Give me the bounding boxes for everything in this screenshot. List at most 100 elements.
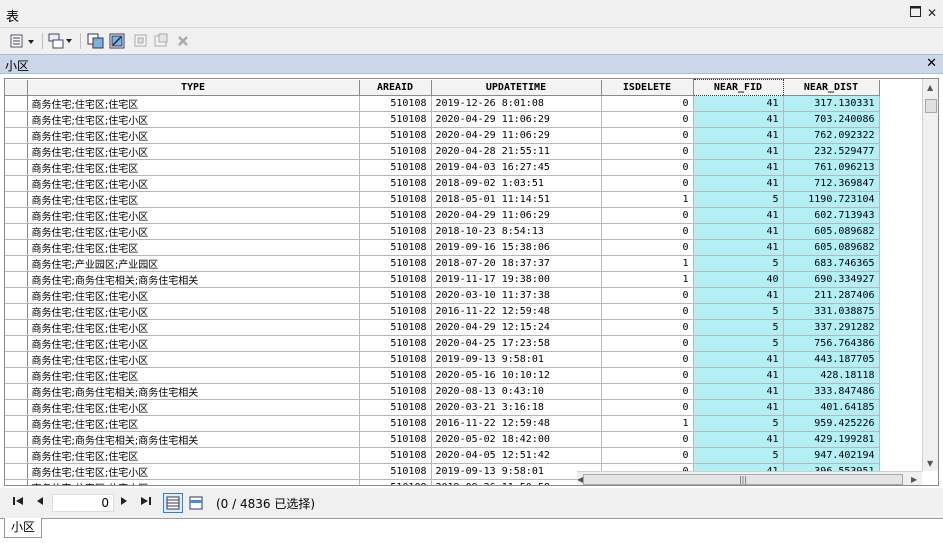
table-row[interactable]: 商务住宅;住宅区;住宅小区 510108 2020-03-10 11:37:38 0 4… [5,287,880,304]
cell-type[interactable]: 商务住宅;产业园区;产业园区 [27,255,360,272]
cell-areaid[interactable]: 510108 [359,143,432,160]
cell-type[interactable]: 商务住宅;住宅区;住宅小区 [27,207,360,224]
cell-updatetime[interactable]: 2020-03-10 11:37:38 [431,287,602,304]
cell-updatetime[interactable]: 2019-04-03 16:27:45 [431,159,602,176]
first-record-icon[interactable] [12,496,24,509]
cell-updatetime[interactable]: 2020-05-02 18:42:00 [431,431,602,448]
cell-isdelete[interactable]: 0 [601,111,694,128]
table-row[interactable]: 商务住宅;住宅区;住宅小区 510108 2016-11-22 12:59:48 0 5… [5,303,880,320]
cell-near-dist[interactable]: 602.713943 [783,207,880,224]
cell-near-dist[interactable]: 683.746365 [783,255,880,272]
cell-areaid[interactable]: 510108 [359,175,432,192]
vertical-scrollbar[interactable]: ▲ ▼ [922,79,938,471]
cell-updatetime[interactable]: 2019-09-13 9:58:01 [431,463,602,480]
cell-type[interactable]: 商务住宅;住宅区;住宅小区 [27,399,360,416]
cell-updatetime[interactable]: 2018-09-02 1:03:51 [431,175,602,192]
cell-type[interactable]: 商务住宅;住宅区;住宅小区 [27,127,360,144]
scroll-down-icon[interactable]: ▼ [927,459,933,468]
cell-type[interactable]: 商务住宅;住宅区;住宅区 [27,415,360,432]
row-selector[interactable] [5,207,28,224]
cell-type[interactable]: 商务住宅;住宅区;住宅小区 [27,463,360,480]
column-header-isdelete[interactable]: ISDELETE [601,79,694,96]
cell-areaid[interactable]: 510108 [359,95,432,112]
cell-near-fid[interactable]: 5 [693,303,784,320]
cell-isdelete[interactable]: 0 [601,239,694,256]
cell-near-dist[interactable]: 605.089682 [783,239,880,256]
cell-isdelete[interactable]: 0 [601,159,694,176]
cell-isdelete[interactable]: 0 [601,207,694,224]
scroll-up-icon[interactable]: ▲ [927,83,933,92]
cell-near-fid[interactable]: 41 [693,383,784,400]
cell-type[interactable]: 商务住宅;住宅区;住宅小区 [27,143,360,160]
cell-near-fid[interactable]: 41 [693,159,784,176]
row-selector[interactable] [5,159,28,176]
cell-isdelete[interactable]: 1 [601,271,694,288]
cell-near-fid[interactable]: 5 [693,319,784,336]
cell-areaid[interactable]: 510108 [359,303,432,320]
cell-updatetime[interactable]: 2018-05-01 11:14:51 [431,191,602,208]
table-row[interactable]: 商务住宅;商务住宅相关;商务住宅相关 510108 2020-08-13 0:43:… [5,383,880,400]
show-all-records-button[interactable] [163,493,183,513]
row-selector[interactable] [5,223,28,240]
cell-updatetime[interactable]: 2019-09-13 9:58:01 [431,351,602,368]
cell-type[interactable]: 商务住宅;商务住宅相关;商务住宅相关 [27,271,360,288]
table-row[interactable]: 商务住宅;住宅区;住宅区 510108 2020-05-16 10:10:12 0 41… [5,367,880,384]
row-selector[interactable] [5,431,28,448]
cell-areaid[interactable]: 510108 [359,255,432,272]
cell-near-fid[interactable]: 5 [693,447,784,464]
row-selector[interactable] [5,271,28,288]
cell-updatetime[interactable]: 2019-09-16 15:38:06 [431,239,602,256]
table-row[interactable]: 商务住宅;住宅区;住宅小区5101082019-09-13 9:58:01041… [5,351,880,368]
column-header-type[interactable]: TYPE [27,79,360,96]
cell-areaid[interactable]: 510108 [359,383,432,400]
table-row[interactable]: 商务住宅;住宅区;住宅区 510108 2019-04-03 16:27:45 0 41… [5,159,880,176]
cell-type[interactable]: 商务住宅;住宅区;住宅小区 [27,111,360,128]
cell-type[interactable]: 商务住宅;住宅区;住宅小区 [27,335,360,352]
cell-areaid[interactable]: 510108 [359,111,432,128]
close-icon[interactable]: ✕ [925,6,939,20]
row-selector[interactable] [5,319,28,336]
last-record-icon[interactable] [140,496,152,509]
column-header-areaid[interactable]: AREAID [359,79,432,96]
cell-type[interactable]: 商务住宅;住宅区;住宅区 [27,239,360,256]
cell-type[interactable]: 商务住宅;住宅区;住宅小区 [27,351,360,368]
row-selector[interactable] [5,95,28,112]
row-selector[interactable] [5,351,28,368]
cell-near-fid[interactable]: 41 [693,95,784,112]
cell-isdelete[interactable]: 0 [601,175,694,192]
row-selector[interactable] [5,175,28,192]
cell-updatetime[interactable]: 2020-04-29 11:06:29 [431,207,602,224]
cell-updatetime[interactable]: 2016-11-22 12:59:48 [431,415,602,432]
cell-isdelete[interactable]: 0 [601,287,694,304]
cell-updatetime[interactable]: 2020-04-25 17:23:58 [431,335,602,352]
show-selected-records-button[interactable] [186,493,206,513]
cell-areaid[interactable]: 510108 [359,447,432,464]
table-row[interactable]: 商务住宅;住宅区;住宅小区 510108 2020-04-29 11:06:29 0 4… [5,111,880,128]
cell-near-fid[interactable]: 41 [693,111,784,128]
horizontal-scrollbar[interactable]: ◀ ||| ▶ [577,471,922,485]
cell-near-fid[interactable]: 41 [693,207,784,224]
cell-near-fid[interactable]: 5 [693,335,784,352]
cell-updatetime[interactable]: 2020-04-29 11:06:29 [431,127,602,144]
cell-near-fid[interactable]: 41 [693,175,784,192]
row-selector[interactable] [5,255,28,272]
table-row[interactable]: 商务住宅;住宅区;住宅区 510108 2018-05-01 11:14:51 1 5 1… [5,191,880,208]
cell-areaid[interactable]: 510108 [359,431,432,448]
row-selector[interactable] [5,399,28,416]
cell-updatetime[interactable]: 2019-12-26 8:01:08 [431,95,602,112]
scroll-right-icon[interactable]: ▶ [911,475,917,484]
table-row[interactable]: 商务住宅;住宅区;住宅区 510108 2016-11-22 12:59:48 1 5 9… [5,415,880,432]
cell-type[interactable]: 商务住宅;住宅区;住宅小区 [27,319,360,336]
column-header-near-dist[interactable]: NEAR_DIST [783,79,880,96]
cell-isdelete[interactable]: 0 [601,383,694,400]
cell-updatetime[interactable]: 2020-04-28 21:55:11 [431,143,602,160]
table-row[interactable]: 商务住宅;住宅区;住宅区 510108 2020-04-05 12:51:42 0 5 9… [5,447,880,464]
table-row[interactable]: 商务住宅;住宅区;住宅小区 510108 2020-04-25 17:23:58 0 5… [5,335,880,352]
cell-areaid[interactable]: 510108 [359,207,432,224]
cell-isdelete[interactable]: 0 [601,143,694,160]
cell-near-dist[interactable]: 756.764386 [783,335,880,352]
maximize-icon[interactable] [908,6,922,20]
cell-isdelete[interactable]: 0 [601,223,694,240]
cell-near-dist[interactable]: 1190.723104 [783,191,880,208]
table-row[interactable]: 商务住宅;商务住宅相关;商务住宅相关 510108 2020-05-02 18:42… [5,431,880,448]
